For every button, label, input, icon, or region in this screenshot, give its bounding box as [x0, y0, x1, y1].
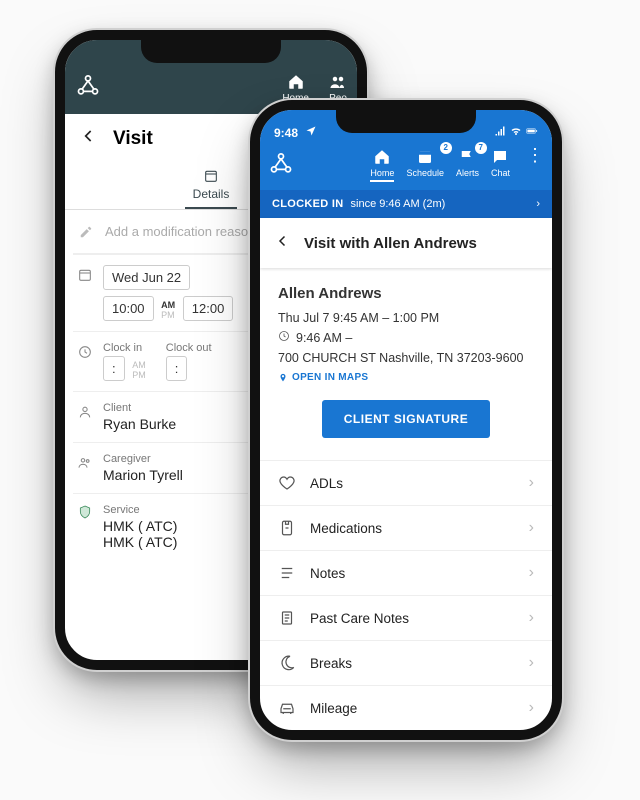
list-item-label: Breaks — [310, 656, 352, 671]
chevron-right-icon — [536, 198, 540, 210]
people-icon — [329, 73, 347, 91]
location-arrow-icon — [305, 125, 317, 140]
client-name: Ryan Burke — [103, 416, 176, 432]
status-bar: 9:48 — [260, 110, 552, 142]
caregiver-name: Marion Tyrell — [103, 467, 183, 483]
subtab-label: Details — [193, 187, 230, 201]
end-time-input[interactable]: 12:00 — [183, 296, 234, 321]
clipboard-icon — [278, 609, 296, 627]
home-icon — [287, 73, 305, 91]
list-item-label: Mileage — [310, 701, 357, 716]
service-label: Service — [103, 504, 177, 516]
app-logo-icon — [75, 73, 101, 108]
list-item-label: Medications — [310, 521, 382, 536]
status-time: 9:48 — [274, 126, 298, 140]
caregiver-icon — [77, 455, 93, 471]
visit-window: Thu Jul 7 9:45 AM – 1:00 PM — [278, 308, 534, 328]
back-icon[interactable] — [274, 232, 292, 254]
clock-in-input[interactable]: : — [103, 356, 125, 381]
nav-tab-chat[interactable]: Chat — [491, 148, 510, 182]
list-item-past-care-notes[interactable]: Past Care Notes — [260, 596, 552, 641]
app-logo-icon — [268, 151, 294, 182]
chevron-right-icon — [529, 699, 534, 717]
topnav: Home 2 Schedule 7 Alerts Chat ⋮ — [260, 142, 552, 190]
clock-in-label: Clock in — [103, 342, 150, 354]
nav-tab-home[interactable]: Home — [370, 148, 394, 182]
nav-tab-label: Alerts — [456, 168, 479, 178]
list-item-forms[interactable]: Forms — [260, 731, 552, 740]
moon-icon — [278, 654, 296, 672]
clock-out-label: Clock out — [166, 342, 212, 354]
visit-address: 700 CHURCH ST Nashville, TN 37203-9600 — [278, 348, 534, 368]
list-item-notes[interactable]: Notes — [260, 551, 552, 596]
screen-title: Visit — [113, 128, 153, 150]
back-icon[interactable] — [79, 126, 99, 152]
service-line-1: HMK ( ATC) — [103, 518, 177, 534]
car-icon — [278, 699, 296, 717]
clocked-in-since: since 9:46 AM (2m) — [351, 198, 446, 210]
pencil-icon — [79, 225, 93, 239]
pin-icon — [278, 373, 288, 383]
nav-tab-label: Home — [370, 168, 394, 178]
client-name: Allen Andrews — [278, 282, 534, 306]
date-input[interactable]: Wed Jun 22 — [103, 265, 190, 290]
chevron-right-icon — [529, 564, 534, 582]
task-list: ADLs Medications Notes Past Care Notes B… — [260, 460, 552, 740]
list-item-label: ADLs — [310, 476, 343, 491]
list-item-adls[interactable]: ADLs — [260, 461, 552, 506]
heart-icon — [278, 474, 296, 492]
overflow-menu-icon[interactable]: ⋮ — [526, 148, 544, 182]
chevron-right-icon — [529, 519, 534, 537]
open-in-maps-link[interactable]: OPEN IN MAPS — [278, 370, 534, 386]
nav-tab-label: Chat — [491, 168, 510, 178]
chevron-right-icon — [529, 654, 534, 672]
chevron-right-icon — [529, 474, 534, 492]
clocked-in-label: CLOCKED IN — [272, 198, 343, 210]
schedule-badge: 2 — [440, 142, 452, 154]
signal-icon — [494, 125, 506, 140]
calendar-card-icon — [203, 168, 219, 184]
home-icon — [373, 148, 391, 166]
screen-title: Visit with Allen Andrews — [304, 235, 477, 252]
list-item-label: Notes — [310, 566, 345, 581]
modification-reason-placeholder: Add a modification reason — [105, 224, 255, 239]
shield-icon — [77, 504, 93, 523]
chevron-right-icon — [529, 609, 534, 627]
service-line-2: HMK ( ATC) — [103, 534, 177, 550]
client-signature-button[interactable]: CLIENT SIGNATURE — [322, 400, 490, 438]
open-in-maps-label: OPEN IN MAPS — [292, 370, 368, 386]
clocked-in-banner[interactable]: CLOCKED IN since 9:46 AM (2m) — [260, 190, 552, 218]
flag-icon — [458, 148, 476, 166]
clocked-time-range: 9:46 AM – — [296, 328, 352, 348]
nav-tab-schedule[interactable]: 2 Schedule — [406, 148, 444, 182]
wifi-icon — [510, 125, 522, 140]
list-item-mileage[interactable]: Mileage — [260, 686, 552, 731]
start-time-input[interactable]: 10:00 — [103, 296, 154, 321]
clock-icon — [77, 344, 93, 360]
caregiver-label: Caregiver — [103, 453, 183, 465]
notes-icon — [278, 564, 296, 582]
list-item-breaks[interactable]: Breaks — [260, 641, 552, 686]
visit-info-block: Allen Andrews Thu Jul 7 9:45 AM – 1:00 P… — [260, 268, 552, 460]
clockin-ampm-toggle[interactable]: AMPM — [132, 360, 146, 380]
nav-tab-alerts[interactable]: 7 Alerts — [456, 148, 479, 182]
battery-icon — [526, 125, 538, 140]
subtab-details[interactable]: Details — [185, 164, 238, 209]
screen-title-row: Visit with Allen Andrews — [260, 218, 552, 268]
medication-icon — [278, 519, 296, 537]
phone-caregiver-view: 9:48 Home 2 Schedule 7 — [250, 100, 562, 740]
list-item-medications[interactable]: Medications — [260, 506, 552, 551]
client-label: Client — [103, 402, 176, 414]
start-ampm-toggle[interactable]: AMPM — [161, 300, 175, 320]
alerts-badge: 7 — [475, 142, 487, 154]
calendar-icon — [416, 148, 434, 166]
list-item-label: Past Care Notes — [310, 611, 409, 626]
nav-tab-label: Schedule — [406, 168, 444, 178]
clock-small-icon — [278, 328, 290, 348]
person-icon — [77, 404, 93, 420]
clock-out-input[interactable]: : — [166, 356, 188, 381]
calendar-icon — [77, 267, 93, 283]
chat-icon — [491, 148, 509, 166]
